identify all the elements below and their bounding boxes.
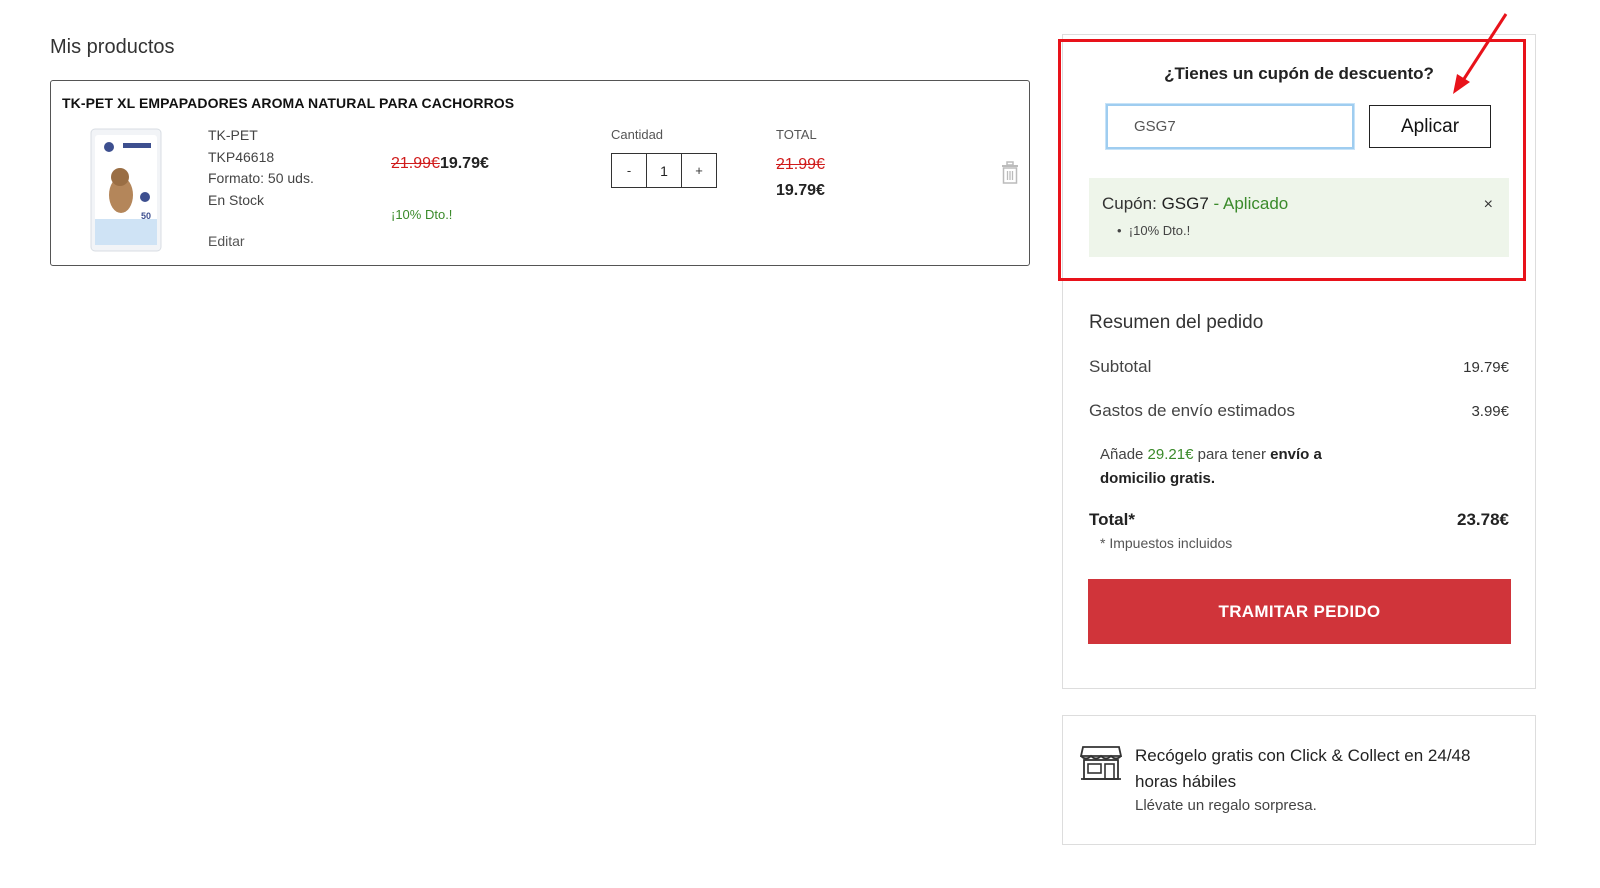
shipping-value: 3.99€	[1471, 403, 1509, 420]
quantity-increase-button[interactable]: +	[682, 154, 716, 187]
free-shipping-prefix: Añade	[1100, 446, 1144, 463]
svg-text:50: 50	[141, 211, 151, 221]
product-stock: En Stock	[208, 191, 265, 208]
checkout-button[interactable]: TRAMITAR PEDIDO	[1088, 579, 1511, 644]
subtotal-value: 19.79€	[1463, 359, 1509, 376]
click-collect-subtitle: Llévate un regalo sorpresa.	[1135, 797, 1317, 814]
quantity-label: Cantidad	[611, 127, 664, 142]
subtotal-label: Subtotal	[1089, 357, 1152, 376]
apply-coupon-button[interactable]: Aplicar	[1369, 105, 1491, 148]
quantity-stepper: - 1 +	[611, 153, 717, 188]
coupon-applied-status: Aplicado	[1223, 194, 1289, 213]
click-collect-title: Recógelo gratis con Click & Collect en 2…	[1135, 746, 1471, 791]
coupon-applied-prefix: Cupón:	[1102, 194, 1157, 213]
cart-item: TK-PET XL EMPAPADORES AROMA NATURAL PARA…	[50, 80, 1030, 266]
coupon-separator: -	[1213, 194, 1220, 213]
product-name[interactable]: TK-PET XL EMPAPADORES AROMA NATURAL PARA…	[62, 95, 514, 111]
summary-title: Resumen del pedido	[1089, 312, 1264, 333]
shipping-label: Gastos de envío estimados	[1089, 401, 1296, 420]
tax-note: * Impuestos incluidos	[1100, 535, 1233, 551]
total-old-price: 21.99€	[776, 156, 825, 173]
unit-price: 21.99€19.79€	[391, 155, 489, 173]
quantity-decrease-button[interactable]: -	[612, 154, 646, 187]
product-brand: TK-PET	[208, 127, 258, 143]
page-title: Mis productos	[50, 36, 175, 58]
quantity-value[interactable]: 1	[646, 154, 682, 187]
trash-icon[interactable]	[1000, 161, 1020, 185]
free-shipping-note: Añade 29.21€ para tener envío a domicili…	[1100, 443, 1380, 491]
edit-link[interactable]: Editar	[208, 233, 245, 249]
product-sku: TKP46618	[208, 148, 275, 165]
coupon-applied-code: GSG7	[1161, 194, 1209, 213]
remove-coupon-icon[interactable]: ×	[1484, 196, 1493, 214]
total-label: TOTAL	[776, 127, 817, 142]
coupon-input[interactable]	[1106, 104, 1354, 149]
order-total-value: 23.78€	[1457, 510, 1509, 529]
annotation-arrow-icon	[1453, 13, 1508, 94]
coupon-applied-detail: ¡10% Dto.!	[1128, 223, 1191, 238]
product-image[interactable]: 50	[87, 127, 165, 253]
total-new-price: 19.79€	[776, 182, 825, 199]
discount-note: ¡10% Dto.!	[391, 207, 453, 222]
new-price: 19.79€	[439, 155, 489, 172]
order-total-label: Total*	[1089, 510, 1135, 529]
free-shipping-amount: 29.21€	[1147, 446, 1194, 463]
old-price: 21.99€	[391, 155, 440, 172]
store-icon	[1080, 746, 1122, 780]
product-format: Formato: 50 uds.	[208, 170, 314, 186]
coupon-applied-notice: Cupón: GSG7 - Aplicado • ¡10% Dto.! ×	[1089, 178, 1509, 257]
free-shipping-middle: para tener	[1197, 446, 1266, 463]
